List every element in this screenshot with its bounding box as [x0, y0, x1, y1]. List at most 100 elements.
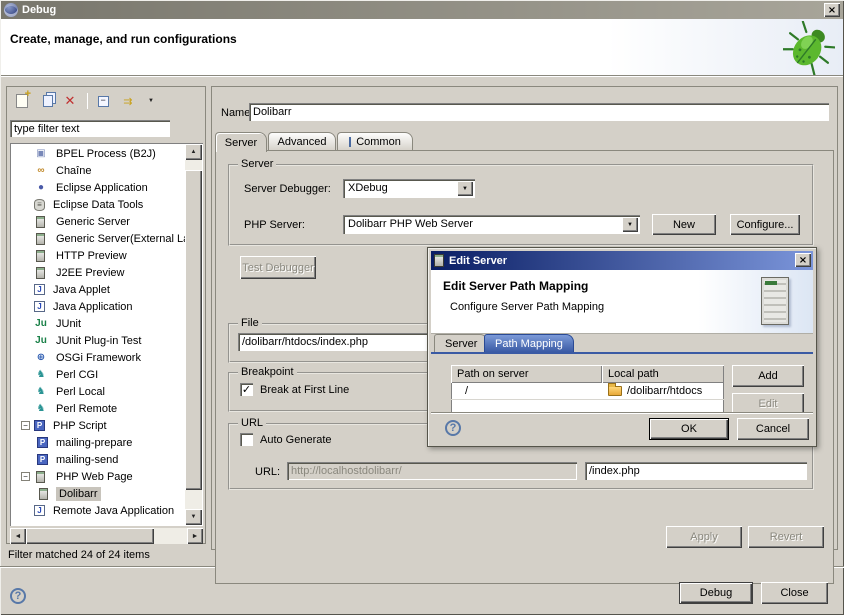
dropdown-arrow-icon[interactable]: ▼ — [140, 91, 162, 111]
tree-item[interactable]: JuJUnit Plug-in Test — [11, 332, 185, 349]
edit-button[interactable]: Edit — [732, 393, 804, 414]
window-titlebar[interactable]: Debug × — [1, 1, 843, 19]
dialog-titlebar[interactable]: Edit Server × — [431, 251, 813, 270]
tree-item[interactable]: ●Eclipse Application — [11, 179, 185, 196]
tree-item[interactable]: J2EE Preview — [11, 264, 185, 281]
dialog-header: Edit Server Path Mapping Configure Serve… — [431, 270, 813, 334]
bug-icon — [783, 21, 835, 75]
dialog-title: Edit Server — [449, 255, 507, 267]
tree-item[interactable]: JRemote Java Application — [11, 502, 185, 519]
folder-icon — [608, 386, 622, 396]
path-mapping-table[interactable]: Path on server Local path / /dolibarr/ht… — [451, 365, 724, 414]
configurations-tree[interactable]: ▣BPEL Process (B2J)∞Chaîne●Eclipse Appli… — [10, 143, 203, 526]
url-group-title: URL — [238, 417, 266, 429]
tree-item[interactable]: ♞ Perl CGI — [11, 366, 185, 383]
chevron-down-icon[interactable]: ▼ — [622, 217, 638, 232]
tab-advanced[interactable]: Advanced — [268, 132, 336, 151]
perl-icon: ♞ — [34, 368, 48, 381]
collapse-all-icon[interactable] — [92, 91, 114, 111]
tree-item[interactable]: J Java Applet — [11, 281, 185, 298]
tree-item[interactable]: JuJUnit — [11, 315, 185, 332]
server-group: Server Server Debugger: XDebug ▼ PHP Ser… — [228, 164, 814, 246]
table-row[interactable]: / /dolibarr/htdocs — [451, 383, 724, 400]
dialog-heading: Edit Server Path Mapping — [443, 279, 588, 293]
server-icon — [36, 267, 45, 279]
tree-item[interactable]: − PHP Web Page — [11, 468, 185, 485]
tree-item[interactable]: JJava Application — [11, 298, 185, 315]
filter-icon[interactable]: ⇉ — [116, 91, 138, 111]
delete-icon[interactable]: ✕ — [59, 91, 81, 111]
tree-item[interactable]: Pmailing-send — [11, 451, 185, 468]
tree-vertical-scrollbar[interactable]: ▲ ▼ — [185, 144, 202, 525]
tree-item[interactable]: Pmailing-prepare — [11, 434, 185, 451]
debug-window: Debug × Create, manage, and run configur… — [0, 0, 844, 615]
tree-item-label: Perl CGI — [53, 368, 101, 382]
tree-item[interactable]: −PPHP Script — [11, 417, 185, 434]
server-icon — [434, 254, 444, 267]
apply-button[interactable]: Apply — [666, 526, 742, 548]
tree-item[interactable]: ♞Perl Local — [11, 383, 185, 400]
tree-item-label: Generic Server(External La — [53, 232, 185, 246]
tree-item-label: Generic Server — [53, 215, 133, 229]
tree-horizontal-scrollbar[interactable]: ◄ ► — [10, 528, 203, 544]
chain-icon: ∞ — [34, 164, 48, 177]
perl-icon: ♞ — [34, 385, 48, 398]
column-header-local-path[interactable]: Local path — [602, 365, 724, 383]
window-title: Debug — [22, 4, 56, 16]
revert-button[interactable]: Revert — [748, 526, 824, 548]
close-button[interactable]: Close — [761, 582, 828, 604]
tree-item[interactable]: ∞Chaîne — [11, 162, 185, 179]
table-icon — [349, 137, 351, 147]
name-input[interactable] — [249, 103, 829, 121]
php-file-icon: P — [37, 437, 48, 448]
tree-item[interactable]: Generic Server — [11, 213, 185, 230]
tree-item[interactable]: ♞Perl Remote — [11, 400, 185, 417]
tab-common[interactable]: Common — [337, 132, 413, 151]
new-configuration-icon[interactable] — [11, 91, 33, 111]
tree-item-label: Perl Remote — [53, 402, 120, 416]
cancel-button[interactable]: Cancel — [737, 418, 809, 440]
column-header-path-on-server[interactable]: Path on server — [451, 365, 602, 383]
file-group-title: File — [238, 317, 262, 329]
tree-item-label: JUnit — [53, 317, 84, 331]
tree-item[interactable]: HTTP Preview — [11, 247, 185, 264]
collapse-expander-icon[interactable]: − — [21, 421, 30, 430]
java-app-icon: J — [34, 301, 45, 312]
auto-generate-label: Auto Generate — [260, 434, 332, 446]
dialog-tab-server[interactable]: Server — [434, 334, 488, 352]
dialog-subheading: Configure Server Path Mapping — [450, 301, 604, 313]
configure-button[interactable]: Configure... — [730, 214, 800, 235]
java-applet-icon: J — [34, 284, 45, 295]
tree-item[interactable]: ▣BPEL Process (B2J) — [11, 145, 185, 162]
url-path-input[interactable] — [585, 462, 807, 480]
tree-item-label: PHP Web Page — [53, 470, 136, 484]
dialog-close-icon[interactable]: × — [795, 253, 811, 267]
tree-item[interactable]: Generic Server(External La — [11, 230, 185, 247]
ok-button[interactable]: OK — [649, 418, 729, 440]
collapse-expander-icon[interactable]: − — [21, 472, 30, 481]
debug-button[interactable]: Debug — [679, 582, 753, 604]
new-server-button[interactable]: New — [652, 214, 716, 235]
filter-status: Filter matched 24 of 24 items — [8, 549, 150, 561]
configurations-sidebar: ✕ ⇉ ▼ ▣BPEL Process (B2J)∞Chaîne●Eclipse… — [6, 86, 206, 544]
server-debugger-combo[interactable]: XDebug ▼ — [343, 179, 475, 198]
php-script-icon: P — [34, 420, 45, 431]
tree-item[interactable]: ⊕OSGi Framework — [11, 349, 185, 366]
test-debugger-button[interactable]: Test Debugger — [240, 256, 316, 279]
dialog-tab-path-mapping[interactable]: Path Mapping — [484, 334, 574, 352]
chevron-down-icon[interactable]: ▼ — [457, 181, 473, 196]
tree-item[interactable]: ≡Eclipse Data Tools — [11, 196, 185, 213]
add-button[interactable]: Add — [732, 365, 804, 387]
help-icon[interactable]: ? — [10, 588, 26, 604]
window-close-icon[interactable]: × — [824, 3, 840, 17]
break-first-line-label: Break at First Line — [260, 384, 349, 396]
tree-item-label: Java Applet — [50, 283, 113, 297]
php-server-combo[interactable]: Dolibarr PHP Web Server ▼ — [343, 215, 640, 234]
break-first-line-checkbox[interactable]: ✓ — [240, 383, 253, 396]
tree-item[interactable]: Dolibarr — [11, 485, 185, 502]
duplicate-icon[interactable] — [35, 91, 57, 111]
help-icon[interactable]: ? — [445, 420, 461, 436]
tab-server[interactable]: Server — [215, 132, 267, 152]
filter-input[interactable] — [10, 120, 170, 137]
auto-generate-checkbox[interactable] — [240, 433, 253, 446]
